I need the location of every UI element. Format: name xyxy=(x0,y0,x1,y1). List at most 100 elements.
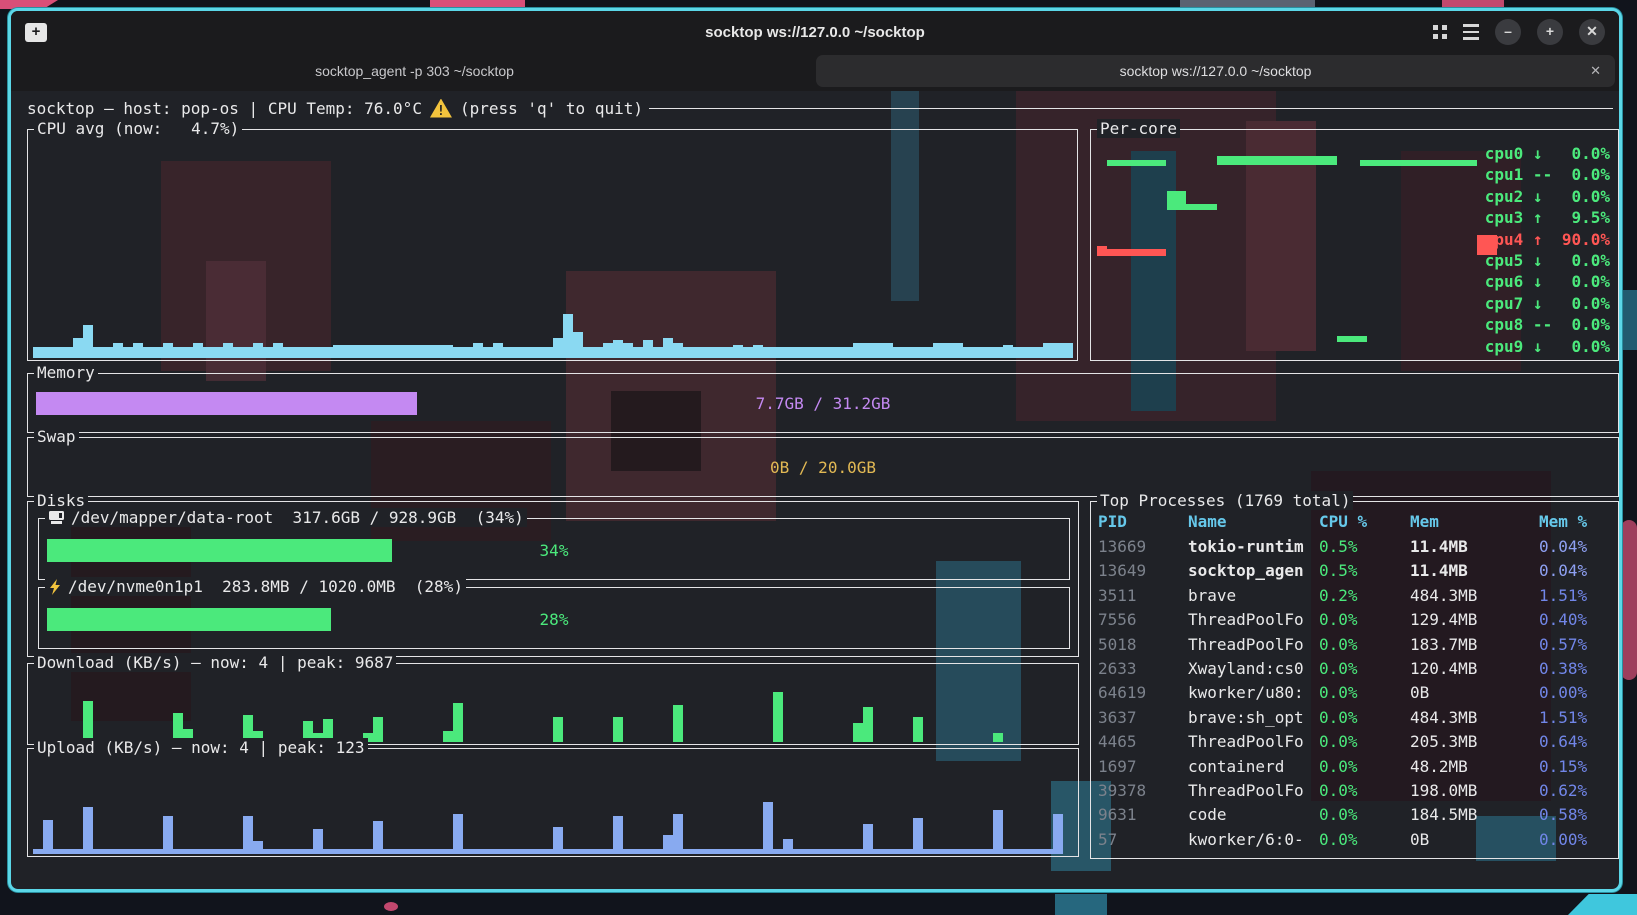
disk-data-root-title: /dev/mapper/data-root 317.6GB / 928.9GB … xyxy=(45,508,527,527)
wallpaper-bottom-pink-dot xyxy=(384,902,398,911)
process-cell-mm: 11.4MB xyxy=(1410,559,1539,583)
process-row: 7556ThreadPoolFo0.0%129.4MB0.40% xyxy=(1091,608,1618,632)
process-cell-mm: 205.3MB xyxy=(1410,730,1539,754)
process-row: 4465ThreadPoolFo0.0%205.3MB0.64% xyxy=(1091,730,1618,754)
process-row: 13669tokio-runtim0.5%11.4MB0.04% xyxy=(1091,535,1618,559)
process-cell-pid: 13669 xyxy=(1098,535,1188,559)
wallpaper-right-cyan xyxy=(1623,290,1637,350)
process-cell-nm: containerd xyxy=(1188,755,1319,779)
cpu-core-row: cpu5 ↓ 0.0% xyxy=(1485,250,1610,271)
process-cell-cp: 0.0% xyxy=(1319,828,1410,852)
workspace-grid-icon[interactable] xyxy=(1433,25,1447,39)
terminal-content: socktop — host: pop-os | CPU Temp: 76.0°… xyxy=(11,91,1619,889)
process-cell-pid: 57 xyxy=(1098,828,1188,852)
wallpaper-bottom-teal xyxy=(1055,894,1107,915)
process-table-header: PID Name CPU % Mem Mem % xyxy=(1091,510,1618,534)
process-cell-pid: 3637 xyxy=(1098,706,1188,730)
col-pid: PID xyxy=(1098,510,1188,534)
disk-nvme-gauge: 28% xyxy=(47,608,1061,631)
cpu-core-row: cpu7 ↓ 0.0% xyxy=(1485,293,1610,314)
process-row: 13649socktop_agen0.5%11.4MB0.04% xyxy=(1091,559,1618,583)
maximize-button[interactable]: + xyxy=(1537,19,1563,45)
app-header: socktop — host: pop-os | CPU Temp: 76.0°… xyxy=(27,97,1613,119)
col-name: Name xyxy=(1188,510,1319,534)
process-cell-mm: 129.4MB xyxy=(1410,608,1539,632)
process-cell-mm: 48.2MB xyxy=(1410,755,1539,779)
process-cell-mm: 11.4MB xyxy=(1410,535,1539,559)
memory-usage-label: 7.7GB / 31.2GB xyxy=(36,392,1610,415)
process-cell-cp: 0.0% xyxy=(1319,730,1410,754)
tab-socktop-agent[interactable]: socktop_agent -p 303 ~/socktop xyxy=(15,55,814,87)
menu-icon[interactable] xyxy=(1463,24,1479,40)
process-cell-pid: 4465 xyxy=(1098,730,1188,754)
process-row: 9631code0.0%184.5MB0.58% xyxy=(1091,803,1618,827)
process-cell-mm: 0B xyxy=(1410,681,1539,705)
process-cell-nm: kworker/u80: xyxy=(1188,681,1319,705)
disk-data-root-gauge: 34% xyxy=(47,539,1061,562)
process-cell-mp: 1.51% xyxy=(1539,706,1618,730)
process-cell-nm: kworker/6:0- xyxy=(1188,828,1319,852)
minimize-button[interactable]: – xyxy=(1495,19,1521,45)
process-cell-pid: 1697 xyxy=(1098,755,1188,779)
upload-chart xyxy=(33,802,1063,854)
tab-socktop-client[interactable]: socktop ws://127.0.0 ~/socktop ✕ xyxy=(816,55,1615,87)
upload-panel: Upload (KB/s) — now: 4 | peak: 123 xyxy=(27,748,1079,857)
process-cell-nm: ThreadPoolFo xyxy=(1188,633,1319,657)
process-cell-cp: 0.0% xyxy=(1319,755,1410,779)
process-cell-mp: 0.57% xyxy=(1539,633,1618,657)
process-cell-pid: 7556 xyxy=(1098,608,1188,632)
cpu-core-row: cpu3 ↑ 9.5% xyxy=(1485,207,1610,228)
disks-panel: Disks /dev/mapper/data-root 317.6GB / 92… xyxy=(27,501,1079,657)
window-title: socktop ws://127.0.0 ~/socktop xyxy=(11,24,1619,41)
process-cell-mm: 198.0MB xyxy=(1410,779,1539,803)
process-cell-mm: 120.4MB xyxy=(1410,657,1539,681)
process-cell-pid: 9631 xyxy=(1098,803,1188,827)
wallpaper-right-smoke xyxy=(1621,520,1637,680)
col-cpu: CPU % xyxy=(1319,510,1410,534)
disk-icon xyxy=(48,510,65,525)
cpu-core-row: cpu1 -- 0.0% xyxy=(1485,164,1610,185)
swap-gauge: 0B / 20.0GB xyxy=(36,456,1610,479)
process-cell-mp: 0.64% xyxy=(1539,730,1618,754)
disk-pct-label: 34% xyxy=(47,539,1061,562)
process-cell-mm: 184.5MB xyxy=(1410,803,1539,827)
process-cell-cp: 0.0% xyxy=(1319,803,1410,827)
processes-title: Top Processes (1769 total) xyxy=(1097,491,1353,510)
process-cell-mp: 0.04% xyxy=(1539,535,1618,559)
col-mem: Mem xyxy=(1410,510,1539,534)
cpu-core-row: cpu8 -- 0.0% xyxy=(1485,314,1610,335)
process-cell-mm: 484.3MB xyxy=(1410,706,1539,730)
tab-close-icon[interactable]: ✕ xyxy=(1590,63,1601,79)
swap-title: Swap xyxy=(34,427,79,446)
close-button[interactable]: ✕ xyxy=(1579,19,1605,45)
process-cell-cp: 0.0% xyxy=(1319,779,1410,803)
tab-label: socktop ws://127.0.0 ~/socktop xyxy=(1120,63,1312,79)
cpu-avg-panel: CPU avg (now: 4.7%) xyxy=(27,129,1078,361)
process-cell-mp: 0.38% xyxy=(1539,657,1618,681)
process-cell-pid: 64619 xyxy=(1098,681,1188,705)
process-cell-mm: 183.7MB xyxy=(1410,633,1539,657)
cpu-core-row: cpu4 ↑ 90.0% xyxy=(1485,229,1610,250)
cpu-core-row: cpu2 ↓ 0.0% xyxy=(1485,186,1610,207)
processes-panel: Top Processes (1769 total) PID Name CPU … xyxy=(1090,501,1619,859)
process-row: 39378ThreadPoolFo0.0%198.0MB0.62% xyxy=(1091,779,1618,803)
process-row: 5018ThreadPoolFo0.0%183.7MB0.57% xyxy=(1091,633,1618,657)
process-cell-mp: 0.62% xyxy=(1539,779,1618,803)
disk-nvme-panel: /dev/nvme0n1p1 283.8MB / 1020.0MB (28%) … xyxy=(38,587,1070,649)
upload-title: Upload (KB/s) — now: 4 | peak: 123 xyxy=(34,738,368,757)
cpu-core-row: cpu6 ↓ 0.0% xyxy=(1485,271,1610,292)
process-row: 64619kworker/u80:0.0%0B0.00% xyxy=(1091,681,1618,705)
process-cell-nm: brave xyxy=(1188,584,1319,608)
titlebar: + socktop ws://127.0.0 ~/socktop – + ✕ xyxy=(11,11,1619,53)
sparkline-segment xyxy=(1186,204,1217,210)
memory-panel: Memory 7.7GB / 31.2GB xyxy=(27,373,1619,433)
new-tab-icon[interactable]: + xyxy=(25,23,47,42)
process-cell-cp: 0.0% xyxy=(1319,657,1410,681)
sparkline-segment xyxy=(1217,156,1337,165)
per-core-list: cpu0 ↓ 0.0%cpu1 -- 0.0%cpu2 ↓ 0.0%cpu3 ↑… xyxy=(1485,143,1610,357)
process-cell-cp: 0.0% xyxy=(1319,633,1410,657)
process-cell-mm: 484.3MB xyxy=(1410,584,1539,608)
process-cell-mp: 0.04% xyxy=(1539,559,1618,583)
process-cell-pid: 13649 xyxy=(1098,559,1188,583)
cpu-core-row: cpu9 ↓ 0.0% xyxy=(1485,336,1610,357)
